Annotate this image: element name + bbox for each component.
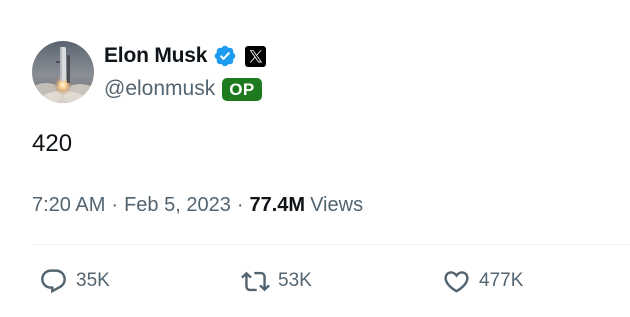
x-logo-icon[interactable] bbox=[245, 45, 267, 67]
starship-launch-icon bbox=[32, 41, 94, 103]
like-button[interactable]: 477K bbox=[442, 265, 523, 297]
verified-badge-icon[interactable] bbox=[213, 44, 237, 68]
meta-separator: · bbox=[236, 194, 244, 216]
views-count: 77.4M bbox=[249, 194, 306, 216]
reply-count: 35K bbox=[76, 270, 110, 291]
views-label: Views bbox=[310, 194, 364, 216]
reply-icon bbox=[41, 268, 66, 293]
retweet-icon bbox=[241, 271, 270, 291]
op-badge: OP bbox=[222, 77, 262, 101]
retweet-count: 53K bbox=[278, 270, 312, 291]
timestamp-time[interactable]: 7:20 AM bbox=[32, 194, 105, 217]
like-count: 477K bbox=[479, 270, 524, 291]
tweet-meta: 7:20 AM · Feb 5, 2023 · 77.4M Views bbox=[32, 194, 363, 217]
divider bbox=[32, 244, 630, 245]
handle[interactable]: @elonmusk bbox=[104, 77, 215, 101]
retweet-button[interactable]: 53K bbox=[241, 265, 312, 297]
author-handle-row: @elonmusk OP bbox=[104, 76, 262, 102]
author-name-row: Elon Musk bbox=[104, 42, 267, 70]
heart-icon bbox=[444, 270, 469, 293]
meta-separator: · bbox=[111, 194, 119, 216]
reply-button[interactable]: 35K bbox=[39, 265, 110, 297]
tweet-card: Elon Musk @elonmusk OP 420 7:20 AM · Feb… bbox=[0, 0, 630, 317]
timestamp-date[interactable]: Feb 5, 2023 bbox=[124, 194, 231, 217]
tweet-text: 420 bbox=[32, 130, 73, 157]
avatar[interactable] bbox=[32, 41, 94, 103]
display-name[interactable]: Elon Musk bbox=[104, 44, 207, 68]
